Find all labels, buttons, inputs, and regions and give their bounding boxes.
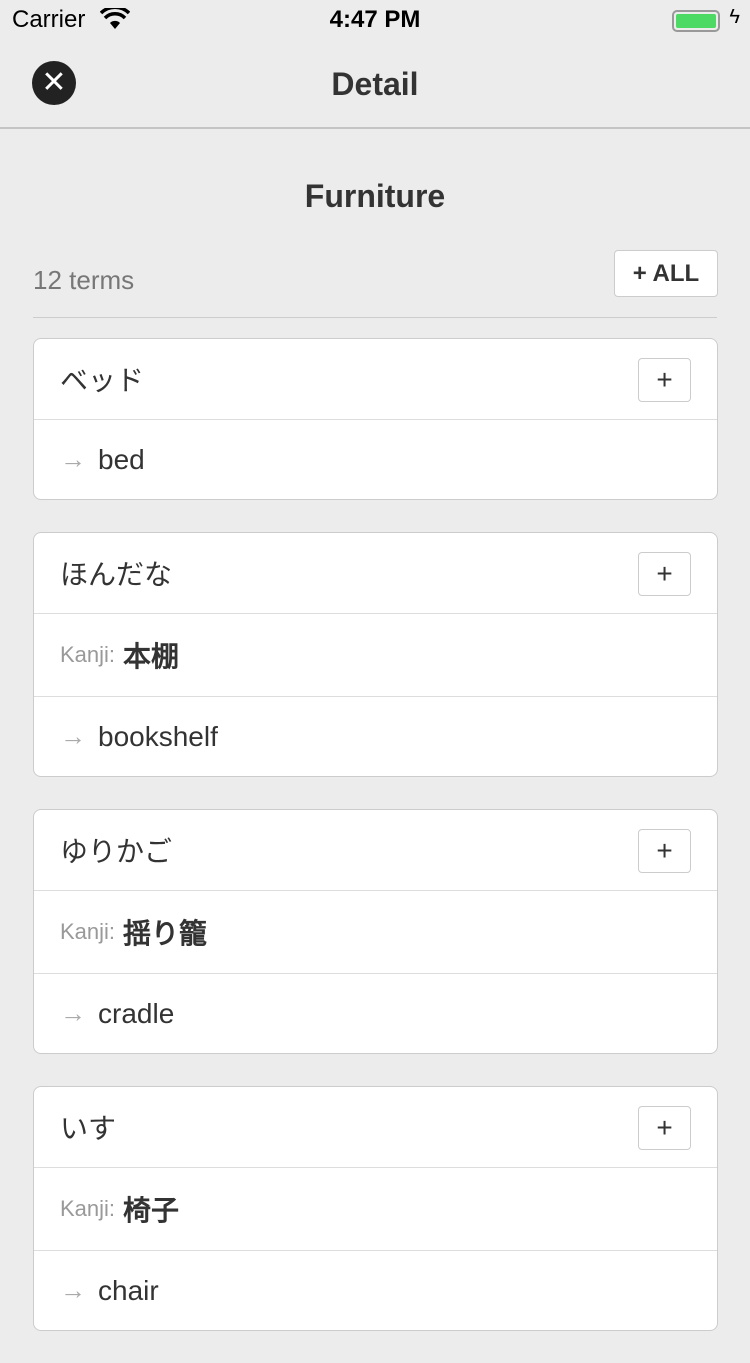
term-text: いす bbox=[60, 1113, 117, 1144]
divider bbox=[33, 317, 717, 318]
battery-icon bbox=[672, 10, 720, 32]
kanji-row: Kanji: 揺り籠 bbox=[34, 890, 717, 973]
meaning-text: bed bbox=[98, 443, 145, 475]
term-card: いす + Kanji: 椅子 → chair bbox=[33, 1086, 718, 1331]
term-text: ほんだな bbox=[60, 559, 173, 590]
arrow-right-icon: → bbox=[60, 998, 86, 1028]
kanji-label: Kanji: bbox=[60, 1196, 116, 1221]
add-term-button[interactable]: + bbox=[638, 829, 691, 873]
term-count: 12 terms bbox=[33, 265, 135, 295]
term-text: ゆりかご bbox=[60, 836, 173, 867]
arrow-right-icon: → bbox=[60, 1275, 86, 1305]
term-row: ほんだな + bbox=[34, 533, 717, 613]
kanji-text: 本棚 bbox=[123, 641, 180, 672]
kanji-row: Kanji: 椅子 bbox=[34, 1167, 717, 1250]
add-term-button[interactable]: + bbox=[638, 358, 691, 402]
status-bar: Carrier 4:47 PM ϟ bbox=[0, 0, 750, 40]
add-term-button[interactable]: + bbox=[638, 1106, 691, 1150]
meaning-row: → bed bbox=[34, 419, 717, 499]
meaning-row: → chair bbox=[34, 1250, 717, 1330]
term-card: ほんだな + Kanji: 本棚 → bookshelf bbox=[33, 532, 718, 777]
meaning-text: cradle bbox=[98, 997, 175, 1029]
add-term-button[interactable]: + bbox=[638, 552, 691, 596]
arrow-right-icon: → bbox=[60, 721, 86, 751]
term-row: いす + bbox=[34, 1087, 717, 1167]
nav-bar: ✕ Detail bbox=[0, 40, 750, 129]
charging-icon: ϟ bbox=[729, 6, 740, 28]
kanji-label: Kanji: bbox=[60, 919, 116, 944]
term-text: ベッド bbox=[60, 365, 145, 396]
term-card: ゆりかご + Kanji: 揺り籠 → cradle bbox=[33, 809, 718, 1054]
meaning-row: → bookshelf bbox=[34, 696, 717, 776]
nav-title: Detail bbox=[331, 66, 419, 102]
term-list: ベッド + → bed ほんだな + Kanji: 本棚 → bookshelf ゆりかご + Ka… bbox=[33, 338, 718, 1363]
kanji-text: 揺り籠 bbox=[123, 918, 208, 949]
meaning-text: bookshelf bbox=[98, 720, 218, 752]
kanji-text: 椅子 bbox=[123, 1195, 180, 1226]
kanji-row: Kanji: 本棚 bbox=[34, 613, 717, 696]
term-card: ベッド + → bed bbox=[33, 338, 718, 500]
meaning-row: → cradle bbox=[34, 973, 717, 1053]
term-row: ベッド + bbox=[34, 339, 717, 419]
set-title: Furniture bbox=[304, 178, 446, 214]
term-row: ゆりかご + bbox=[34, 810, 717, 890]
add-all-button[interactable]: + ALL bbox=[614, 250, 718, 297]
kanji-label: Kanji: bbox=[60, 642, 116, 667]
arrow-right-icon: → bbox=[60, 444, 86, 474]
meaning-text: chair bbox=[98, 1274, 159, 1306]
clock: 4:47 PM bbox=[329, 6, 421, 33]
